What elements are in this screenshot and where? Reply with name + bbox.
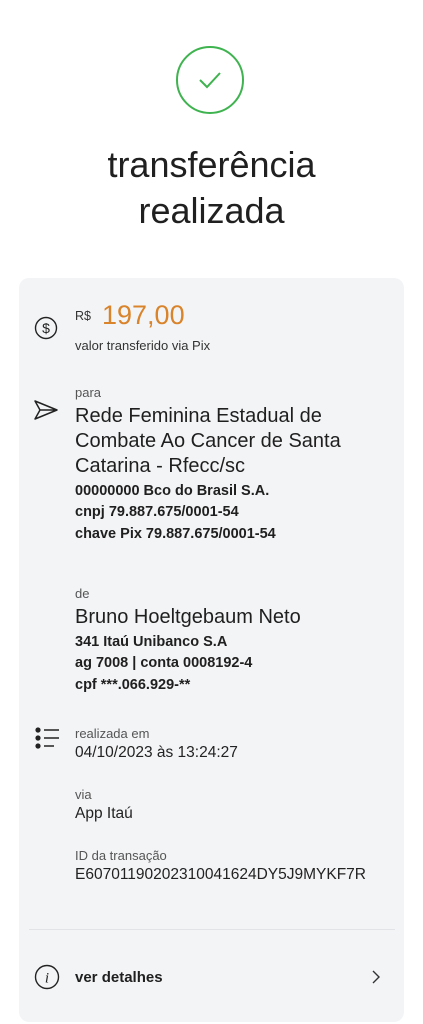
- svg-text:i: i: [45, 971, 49, 987]
- sender-name: Bruno Hoeltgebaum Neto: [75, 606, 301, 628]
- date-label: realizada em: [75, 726, 150, 741]
- via-value: App Itaú: [75, 805, 133, 822]
- list-icon: [35, 727, 59, 749]
- amount-currency: R$: [75, 309, 91, 323]
- sender-bank: 341 Itaú Unibanco S.A: [75, 634, 228, 650]
- recipient-cnpj: cnpj 79.887.675/0001-54: [75, 504, 239, 520]
- info-icon: i: [34, 964, 60, 990]
- recipient-name-line1: Rede Feminina Estadual de: [75, 405, 322, 427]
- sender-label: de: [75, 586, 90, 601]
- chevron-right-icon: [372, 970, 380, 984]
- sender-account: ag 7008 | conta 0008192-4: [75, 655, 253, 671]
- title-line-1: transferência: [107, 144, 316, 185]
- recipient-name-line3: Catarina - Rfecc/sc: [75, 455, 246, 477]
- recipient-bank: 00000000 Bco do Brasil S.A.: [75, 483, 270, 499]
- recipient-pix-key: chave Pix 79.887.675/0001-54: [75, 526, 276, 542]
- dollar-icon: $: [34, 316, 58, 340]
- success-check-icon: [176, 46, 244, 114]
- recipient-label: para: [75, 385, 102, 400]
- sender-cpf: cpf ***.066.929-**: [75, 677, 191, 693]
- svg-text:$: $: [42, 320, 50, 336]
- page-title: transferência realizada: [0, 142, 423, 234]
- via-label: via: [75, 787, 92, 802]
- transaction-id-value: E60701190202310041624DY5J9MYKF7R: [75, 866, 366, 883]
- recipient-name-line2: Combate Ao Cancer de Santa: [75, 430, 341, 452]
- title-line-2: realizada: [138, 190, 285, 231]
- send-icon: [34, 400, 58, 420]
- transaction-id-label: ID da transação: [75, 848, 167, 863]
- amount-caption: valor transferido via Pix: [75, 338, 211, 353]
- amount-value: 197,00: [102, 300, 185, 330]
- details-button[interactable]: i ver detalhes: [19, 950, 404, 1004]
- details-label: ver detalhes: [75, 969, 163, 986]
- date-value: 04/10/2023 às 13:24:27: [75, 744, 238, 761]
- divider: [29, 929, 395, 930]
